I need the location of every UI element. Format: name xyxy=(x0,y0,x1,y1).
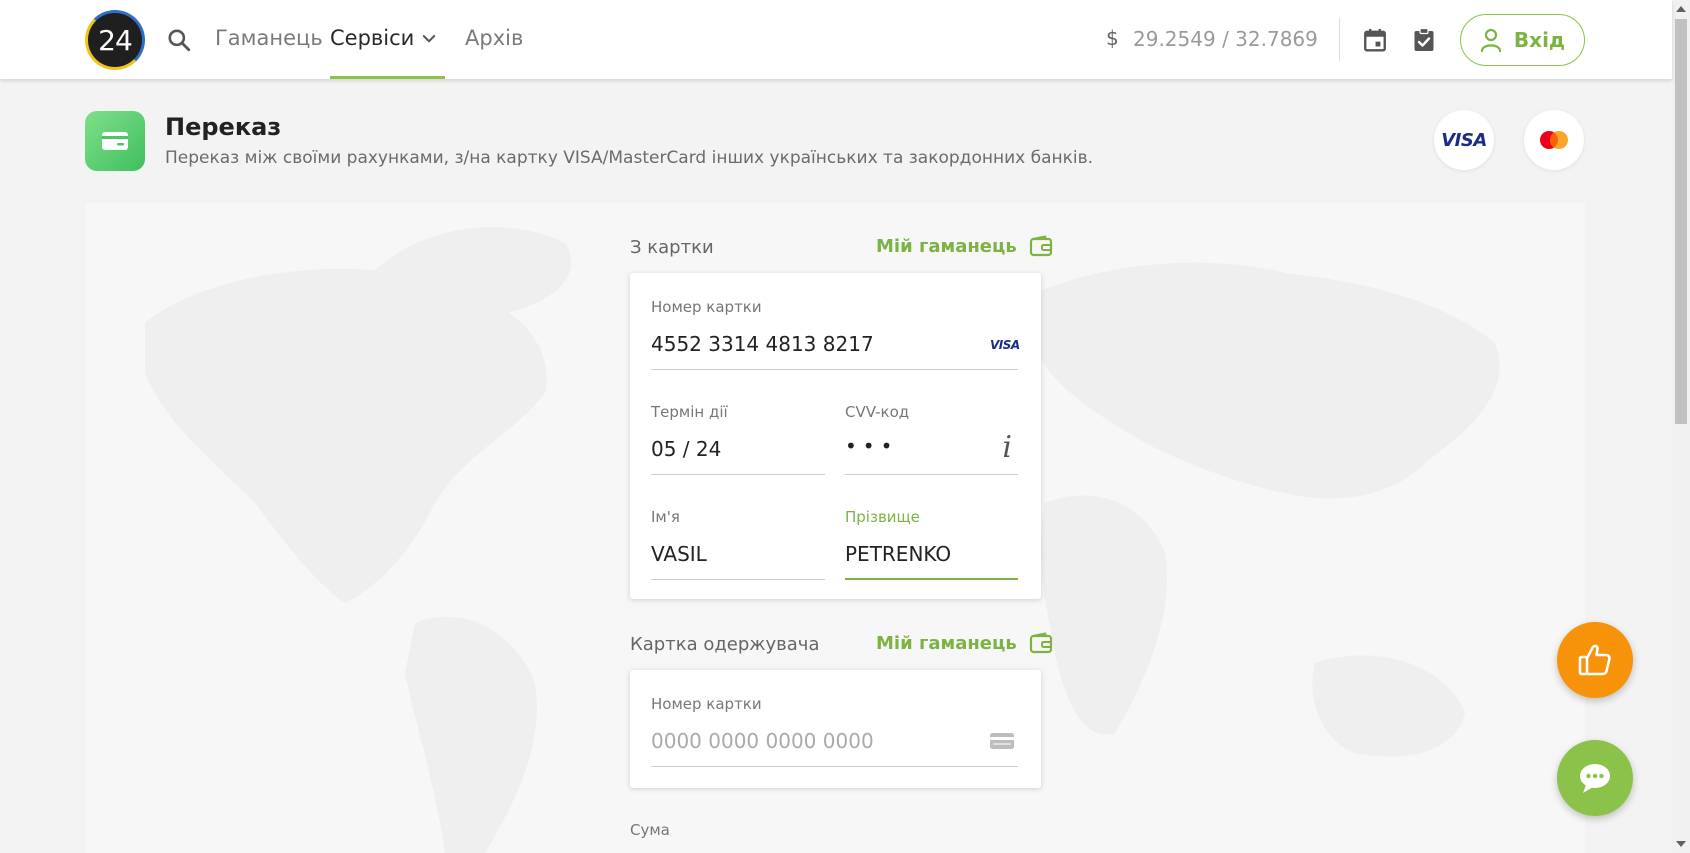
transfer-service-icon xyxy=(85,111,145,171)
from-card-wallet-link[interactable]: Мій гаманець xyxy=(876,235,1053,257)
nav-archive[interactable]: Архів xyxy=(465,26,523,50)
page-title: Переказ xyxy=(165,113,282,141)
from-card-form: Номер картки VISA Термін дії CVV-код •••… xyxy=(630,273,1041,599)
page-scrollbar[interactable] xyxy=(1672,0,1690,853)
mastercard-logo xyxy=(1540,131,1568,149)
nav-wallet[interactable]: Гаманець xyxy=(215,26,323,50)
wallet-icon xyxy=(1029,235,1052,257)
clipboard-icon[interactable] xyxy=(1412,27,1436,53)
privat24-logo[interactable]: 24 xyxy=(85,10,145,70)
recipient-card-number-label: Номер картки xyxy=(651,695,762,713)
scroll-thumb[interactable] xyxy=(1675,19,1687,424)
recipient-card-form: Номер картки xyxy=(630,670,1041,788)
exchange-rate[interactable]: 29.2549 / 32.7869 xyxy=(1133,27,1318,51)
wallet-link-label: Мій гаманець xyxy=(876,235,1017,257)
chevron-down-icon[interactable] xyxy=(420,30,438,48)
recipient-wallet-link[interactable]: Мій гаманець xyxy=(876,632,1053,654)
wallet-link-label: Мій гаманець xyxy=(876,632,1017,654)
chat-button[interactable] xyxy=(1557,740,1633,816)
last-name-input[interactable] xyxy=(845,539,1018,580)
amount-label: Сума xyxy=(630,821,670,839)
scroll-up-arrow[interactable] xyxy=(1676,6,1686,12)
expiry-input[interactable] xyxy=(651,434,825,475)
recipient-card-number-input[interactable] xyxy=(651,726,1018,767)
cvv-value: ••• xyxy=(845,434,899,458)
wallet-icon xyxy=(1029,632,1052,654)
card-icon xyxy=(102,132,128,150)
thumbs-up-icon xyxy=(1578,644,1611,676)
user-icon xyxy=(1480,28,1502,52)
first-name-label: Ім'я xyxy=(651,508,680,526)
login-label: Вхід xyxy=(1513,28,1566,52)
dollar-icon: $ xyxy=(1106,26,1119,50)
last-name-label: Прізвище xyxy=(845,508,920,526)
card-icon xyxy=(990,733,1014,749)
visa-logo: VISA xyxy=(1441,129,1487,151)
feedback-button[interactable] xyxy=(1557,622,1633,698)
first-name-input[interactable] xyxy=(651,539,825,580)
login-button[interactable]: Вхід xyxy=(1460,14,1585,66)
card-number-label: Номер картки xyxy=(651,298,762,316)
page-subtitle: Переказ між своїми рахунками, з/на картк… xyxy=(165,148,1094,168)
transfer-panel: З картки Мій гаманець Номер картки VISA … xyxy=(85,203,1585,853)
search-icon[interactable] xyxy=(166,27,192,53)
card-number-input[interactable] xyxy=(651,329,1018,370)
header-divider xyxy=(1339,18,1340,61)
cvv-label: CVV-код xyxy=(845,403,910,421)
recipient-section-label: Картка одержувача xyxy=(630,634,820,655)
visa-badge: VISA xyxy=(1434,110,1494,170)
visa-card-icon: VISA xyxy=(990,338,1020,352)
expiry-label: Термін дії xyxy=(651,403,728,421)
cvv-input[interactable]: ••• i xyxy=(845,430,1018,475)
active-nav-indicator xyxy=(330,76,445,79)
calendar-icon[interactable] xyxy=(1362,27,1388,53)
scroll-down-arrow[interactable] xyxy=(1676,841,1686,847)
nav-services[interactable]: Сервіси xyxy=(330,26,414,50)
mastercard-badge xyxy=(1524,110,1584,170)
info-icon[interactable]: i xyxy=(1002,430,1012,465)
from-card-section-label: З картки xyxy=(630,237,714,258)
top-header: 24 Гаманець Сервіси Архів $ 29.2549 / 32… xyxy=(0,0,1672,79)
chat-icon xyxy=(1580,764,1610,793)
